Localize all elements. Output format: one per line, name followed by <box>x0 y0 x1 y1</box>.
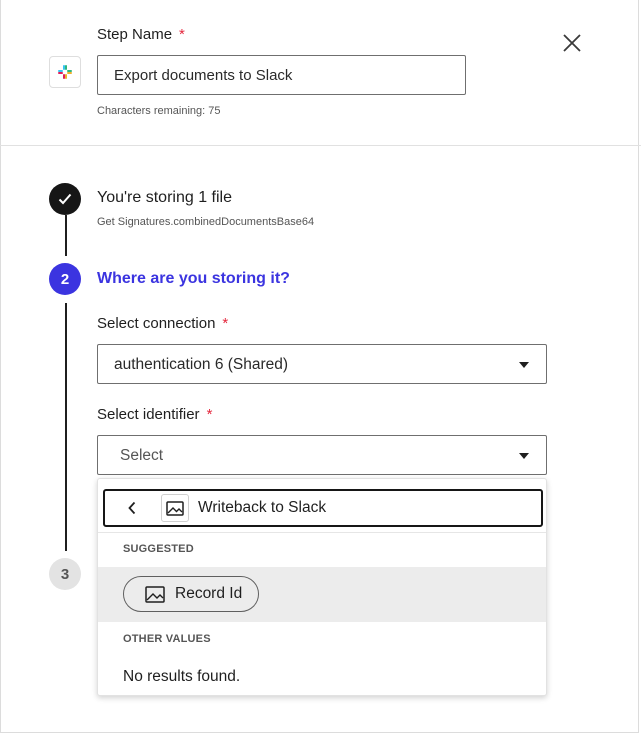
image-icon <box>145 586 165 603</box>
identifier-dropdown: Writeback to Slack SUGGESTED Record Id O… <box>97 478 547 696</box>
step-1-title: You're storing 1 file <box>97 189 232 206</box>
step-1-subtitle: Get Signatures.combinedDocumentsBase64 <box>97 216 315 228</box>
no-results-message: No results found. <box>123 668 241 685</box>
connection-select-value: authentication 6 (Shared) <box>114 356 289 373</box>
slack-logo-icon <box>49 56 81 88</box>
record-id-label: Record Id <box>175 585 243 602</box>
step-2-title: Where are you storing it? <box>97 270 290 287</box>
image-icon <box>161 494 189 522</box>
step-2-indicator: 2 <box>49 263 81 295</box>
step-1-done-icon <box>49 183 81 215</box>
connection-select[interactable]: authentication 6 (Shared) <box>97 344 547 384</box>
dropdown-header-title: Writeback to Slack <box>198 499 327 516</box>
suggested-option-row[interactable]: Record Id <box>98 567 546 622</box>
identifier-label: Select identifier * <box>97 406 213 423</box>
required-marker: * <box>206 406 213 423</box>
caret-down-icon <box>519 362 529 368</box>
required-marker: * <box>179 26 185 43</box>
characters-remaining: Characters remaining: 75 <box>97 105 221 117</box>
identifier-select[interactable]: Select <box>97 435 547 475</box>
connection-label: Select connection * <box>97 315 229 332</box>
record-id-option[interactable]: Record Id <box>123 576 259 612</box>
header-divider <box>0 145 641 146</box>
step-connector <box>65 303 67 551</box>
close-icon[interactable] <box>560 31 584 55</box>
step-name-label: Step Name * <box>97 26 185 43</box>
step-connector <box>65 215 67 256</box>
chevron-left-icon[interactable] <box>127 501 137 520</box>
identifier-select-placeholder: Select <box>120 447 164 464</box>
step-name-input[interactable] <box>97 55 466 95</box>
step-3-indicator: 3 <box>49 558 81 590</box>
dropdown-header: Writeback to Slack <box>103 489 543 527</box>
other-values-section-label: OTHER VALUES <box>123 633 211 645</box>
dropdown-divider <box>98 532 546 533</box>
caret-down-icon <box>519 453 529 459</box>
suggested-section-label: SUGGESTED <box>123 543 194 555</box>
required-marker: * <box>222 315 229 332</box>
